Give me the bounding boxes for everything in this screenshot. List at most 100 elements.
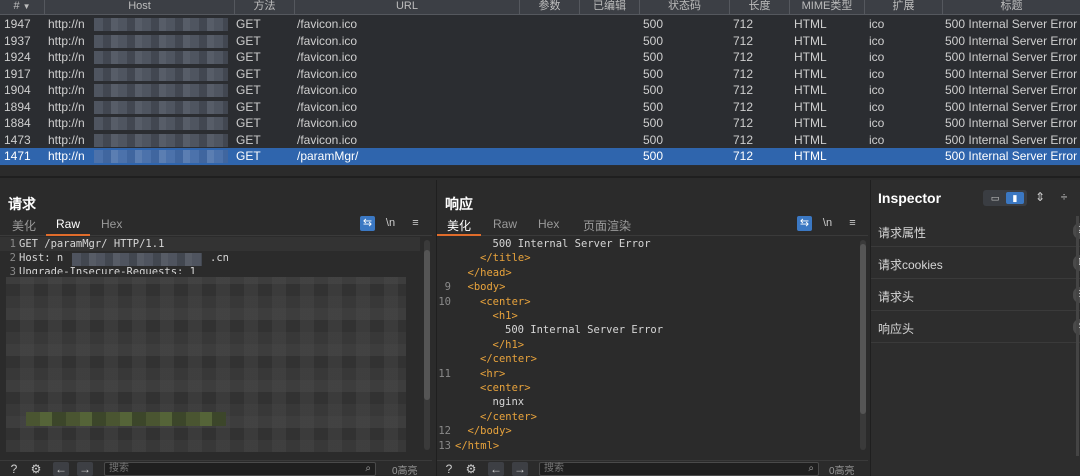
newline-toggle[interactable]: \n: [820, 216, 835, 231]
cell-url: /favicon.ico: [297, 132, 358, 147]
cell-mime: HTML: [794, 132, 827, 147]
cell-status: 500: [643, 50, 664, 64]
cell-url: /favicon.ico: [297, 99, 358, 114]
prev-arrow-icon[interactable]: ←: [488, 462, 504, 476]
menu-icon[interactable]: ≡: [845, 216, 860, 231]
table-row[interactable]: 1924 http://n GET/favicon.ico 500 712 HTML ico…: [0, 49, 1080, 66]
menu-icon[interactable]: ≡: [408, 216, 423, 231]
col-header-mime[interactable]: MIME类型: [790, 0, 865, 15]
prev-arrow-icon[interactable]: ←: [53, 462, 69, 476]
table-row[interactable]: 1471 http://n GET/paramMgr/500 712 HTML 500 I…: [0, 148, 1080, 165]
table-row[interactable]: 1904 http://n GET/favicon.ico 500 712 HTML ico…: [0, 82, 1080, 99]
table-row[interactable]: 1947 http://n GET/favicon.ico 500 712 HTML ico…: [0, 16, 1080, 33]
settings-gear-icon[interactable]: ⚙: [28, 462, 44, 476]
redacted-host: [94, 150, 228, 163]
col-header-host[interactable]: Host: [45, 0, 235, 15]
html-text-line: 500 Internal Server Error: [492, 238, 651, 250]
cell-length: 712: [733, 17, 754, 31]
cell-status: 500: [643, 33, 664, 48]
redacted-host: [94, 18, 228, 31]
inspector-section-request-attributes[interactable]: 请求属性 2: [871, 215, 1080, 247]
col-header-extension[interactable]: 扩展: [865, 0, 943, 15]
cell-id: 1884: [4, 116, 31, 130]
request-scrollbar[interactable]: [424, 240, 430, 450]
table-row[interactable]: 1917 http://n GET/favicon.ico 500 712 HTML ico…: [0, 66, 1080, 83]
help-icon[interactable]: ?: [6, 462, 22, 476]
host-header-line: Host: n: [19, 252, 64, 264]
cell-length: 712: [733, 132, 754, 147]
cell-url: /favicon.ico: [297, 116, 358, 130]
response-tab-hex[interactable]: Hex: [538, 217, 559, 236]
next-arrow-icon[interactable]: →: [77, 462, 93, 476]
request-highlight-count: 0高亮: [392, 466, 418, 476]
inspector-section-response-headers[interactable]: 响应头 4: [871, 311, 1080, 343]
html-tag-line: <hr>: [480, 367, 506, 380]
col-header-url[interactable]: URL: [295, 0, 520, 15]
col-header-params[interactable]: 参数: [520, 0, 580, 15]
cell-status: 500: [643, 66, 664, 81]
redacted-host: [94, 67, 228, 81]
col-header-id[interactable]: # ▼: [0, 0, 45, 15]
cell-status: 500: [643, 83, 664, 97]
inspector-title: Inspector: [878, 190, 942, 206]
cell-url: /favicon.ico: [297, 33, 358, 48]
cell-status: 500: [643, 99, 664, 114]
request-tab-hex[interactable]: Hex: [101, 217, 122, 236]
cell-title: 500 Internal Server Error: [945, 116, 1078, 130]
table-row[interactable]: 1937 http://n GET/favicon.ico 500 712 HTML ico…: [0, 33, 1080, 50]
request-tab-raw[interactable]: Raw: [46, 217, 91, 236]
inspector-section-request-cookies[interactable]: 请求cookies 1: [871, 247, 1080, 279]
table-row[interactable]: 1473 http://n GET/favicon.ico 500 712 HTML ico…: [0, 132, 1080, 149]
table-header: # ▼ Host 方法 URL 参数 已编辑 状态码 长度 MIME类型 扩展 …: [0, 0, 1080, 15]
settings-gear-icon[interactable]: ⚙: [463, 462, 479, 476]
response-scrollbar[interactable]: [860, 240, 866, 450]
col-header-method[interactable]: 方法: [235, 0, 295, 15]
help-icon[interactable]: ?: [441, 462, 457, 476]
col-header-edited[interactable]: 已编辑: [580, 0, 640, 15]
response-title: 响应: [445, 196, 473, 212]
response-tab-raw[interactable]: Raw: [493, 217, 517, 236]
line-number: 13: [438, 439, 451, 452]
request-line: GET /paramMgr/ HTTP/1.1: [19, 238, 165, 250]
cell-mime: HTML: [794, 83, 827, 97]
html-text-line: 500 Internal Server Error: [505, 324, 664, 337]
request-search-input[interactable]: 搜索 ⌕: [104, 462, 376, 476]
cell-ext: ico: [869, 116, 885, 130]
wrap-icon[interactable]: ⇆: [797, 216, 812, 231]
response-tab-pretty[interactable]: 美化: [437, 217, 482, 236]
cell-mime: HTML: [794, 66, 827, 81]
cell-url: /favicon.ico: [297, 50, 358, 64]
newline-toggle[interactable]: \n: [383, 216, 398, 231]
table-row[interactable]: 1894 http://n GET/favicon.ico 500 712 HTML ico…: [0, 99, 1080, 116]
request-tab-pretty[interactable]: 美化: [12, 217, 36, 236]
col-header-length[interactable]: 长度: [730, 0, 790, 15]
table-row[interactable]: 1884 http://n GET/favicon.ico 500 712 HTML ico…: [0, 115, 1080, 132]
col-header-title[interactable]: 标题: [943, 0, 1080, 15]
http-history-table[interactable]: # ▼ Host 方法 URL 参数 已编辑 状态码 长度 MIME类型 扩展 …: [0, 0, 1080, 166]
response-panel: 响应 美化 Raw Hex 页面渲染 ⇆ \n ≡ 500 Internal S…: [436, 180, 868, 476]
inspector-dock-icon[interactable]: ▮: [1006, 192, 1024, 204]
expand-all-icon[interactable]: ⇕: [1033, 190, 1047, 206]
horizontal-splitter[interactable]: [0, 176, 1080, 178]
html-tag-line: </center>: [480, 353, 537, 366]
cell-ext: ico: [869, 66, 885, 81]
inspector-scrollbar[interactable]: [1076, 216, 1079, 456]
collapse-all-icon[interactable]: ÷: [1057, 190, 1071, 206]
cell-title: 500 Internal Server Error: [945, 83, 1078, 97]
response-editor[interactable]: 500 Internal Server Error </title> </head>…: [437, 237, 868, 453]
html-tag-line: </title>: [480, 252, 531, 265]
cell-method: GET: [236, 50, 261, 64]
inspector-list-icon[interactable]: ▭: [986, 192, 1004, 204]
response-tab-render[interactable]: 页面渲染: [583, 217, 631, 236]
cell-mime: HTML: [794, 33, 827, 48]
inspector-section-request-headers[interactable]: 请求头 8: [871, 279, 1080, 311]
cell-status: 500: [643, 116, 664, 130]
response-search-input[interactable]: 搜索 ⌕: [539, 462, 819, 476]
next-arrow-icon[interactable]: →: [512, 462, 528, 476]
col-header-status[interactable]: 状态码: [640, 0, 730, 15]
redacted-host: [94, 51, 228, 64]
wrap-icon[interactable]: ⇆: [360, 216, 375, 231]
cell-ext: ico: [869, 132, 885, 147]
cell-title: 500 Internal Server Error: [945, 149, 1078, 163]
cell-length: 712: [733, 83, 754, 97]
